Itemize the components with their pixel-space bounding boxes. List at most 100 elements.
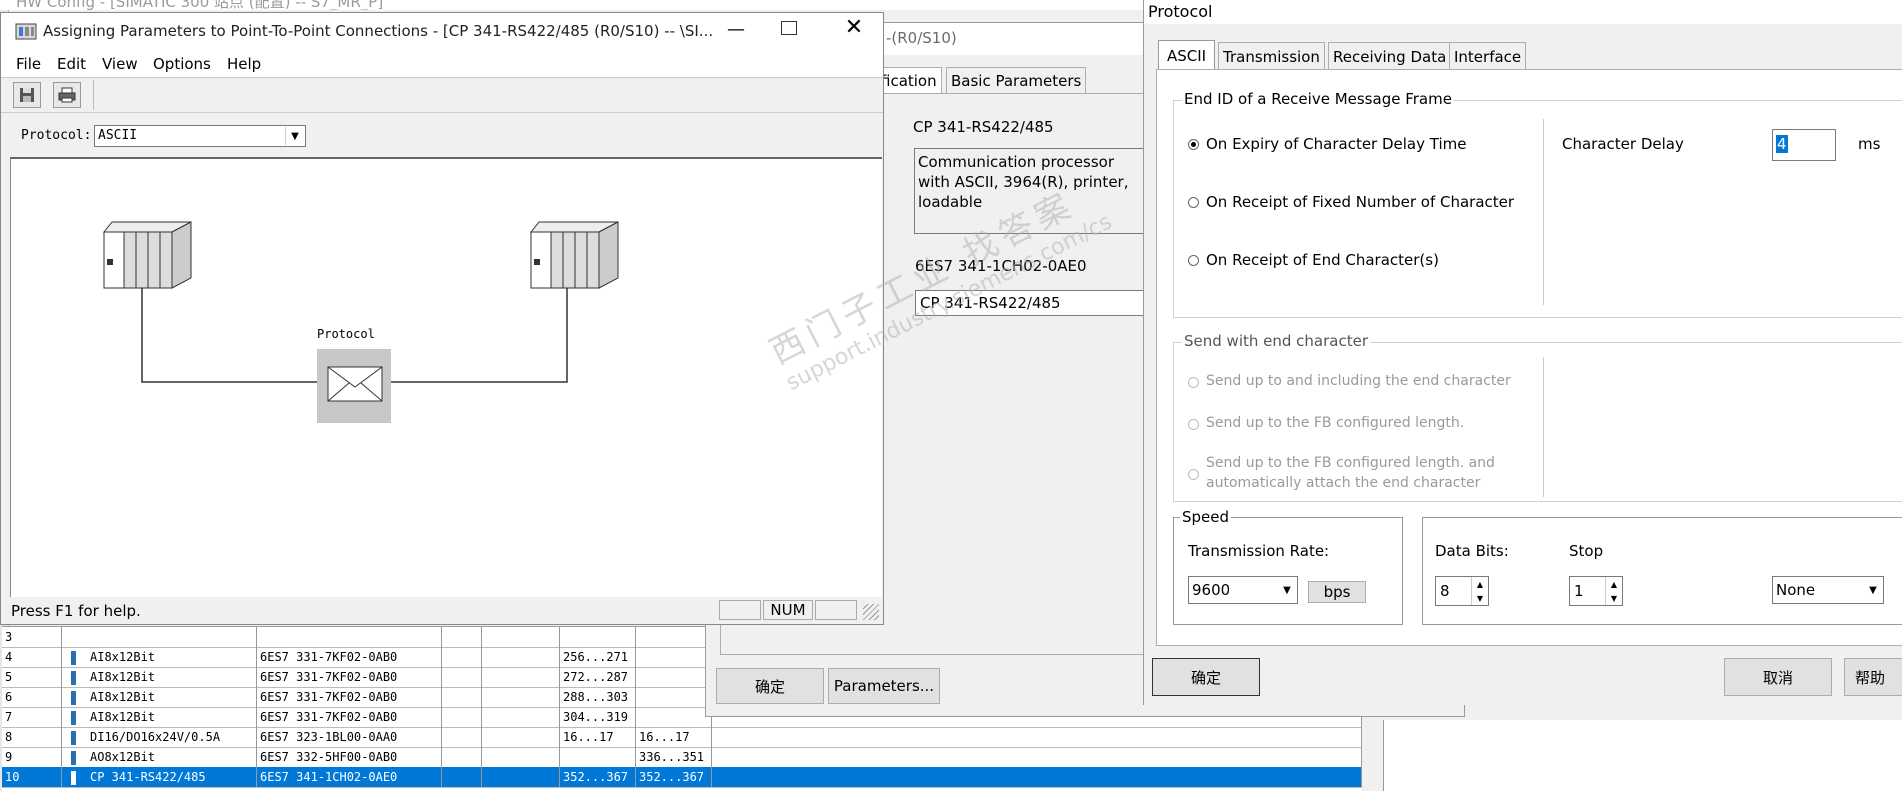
empty-cell xyxy=(442,727,482,747)
protocol-cancel-label: 取消 xyxy=(1762,668,1793,687)
parity-chevron-down-icon[interactable]: ▼ xyxy=(1864,578,1882,602)
parameters-button-label: Parameters... xyxy=(833,677,935,695)
stop-bits-value: 1 xyxy=(1574,582,1584,600)
table-row[interactable]: 9 AO8x12Bit 6ES7 332-5HF00-0AB0 336...351 xyxy=(2,747,1362,768)
module-name-field[interactable]: CP 341-RS422/485 xyxy=(915,290,1155,316)
order-cell: 6ES7 331-7KF02-0AB0 xyxy=(257,687,442,707)
chevron-down-icon[interactable]: ▼ xyxy=(285,127,304,145)
radio-send-attach-end-label-2[interactable]: automatically attach the end character xyxy=(1206,475,1480,491)
output-address-cell xyxy=(636,627,712,647)
protocol-cancel-button[interactable]: 取消 xyxy=(1724,658,1832,696)
close-icon[interactable]: ✕ xyxy=(839,15,869,40)
input-address-cell: 288...303 xyxy=(560,687,636,707)
radio-end-characters-label[interactable]: On Receipt of End Character(s) xyxy=(1206,251,1439,269)
protocol-title: Protocol xyxy=(1148,2,1213,21)
radio-send-including-label[interactable]: Send up to and including the end charact… xyxy=(1206,373,1511,389)
stop-spin-down-icon[interactable]: ▼ xyxy=(1606,591,1622,605)
menu-help[interactable]: Help xyxy=(227,55,261,73)
properties-ok-label: 确定 xyxy=(754,677,785,696)
char-delay-input[interactable]: 4 xyxy=(1772,129,1836,161)
module-name-text: AI8x12Bit xyxy=(90,670,156,684)
radio-end-characters[interactable] xyxy=(1188,255,1199,266)
menu-file[interactable]: File xyxy=(16,55,41,73)
module-icon xyxy=(71,750,76,765)
menu-bar: File Edit View Options Help xyxy=(1,51,883,77)
plc-right[interactable] xyxy=(529,221,619,289)
status-text: Press F1 for help. xyxy=(11,602,141,620)
protocol-ok-button[interactable]: 确定 xyxy=(1152,658,1260,696)
parity-select[interactable]: None ▼ xyxy=(1772,576,1884,604)
protocol-titlebar: Protocol xyxy=(1144,0,1902,24)
bps-button[interactable]: bps xyxy=(1308,581,1366,603)
status-pane-num: NUM xyxy=(763,600,813,620)
output-address-cell xyxy=(636,667,712,687)
table-row[interactable]: 8 DI16/DO16x24V/0.5A 6ES7 323-1BL00-0AA0 16… xyxy=(2,727,1362,748)
data-bits-spin[interactable]: ▲ ▼ xyxy=(1471,577,1488,605)
input-address-cell: 304...319 xyxy=(560,707,636,727)
module-name: CP 341-RS422/485 xyxy=(913,118,1054,136)
properties-ok-button[interactable]: 确定 xyxy=(716,668,824,704)
save-icon[interactable] xyxy=(13,82,41,108)
input-address-cell: 256...271 xyxy=(560,647,636,667)
menu-options[interactable]: Options xyxy=(153,55,211,73)
module-name-text: DI16/DO16x24V/0.5A xyxy=(90,730,221,744)
empty-cell xyxy=(442,667,482,687)
rate-select[interactable]: 9600 ▼ xyxy=(1188,576,1298,604)
stop-spin-up-icon[interactable]: ▲ xyxy=(1606,577,1622,591)
empty-cell xyxy=(712,767,1362,787)
print-icon[interactable] xyxy=(53,82,81,108)
radio-send-attach-end[interactable] xyxy=(1188,469,1199,480)
tab-identification[interactable]: fication xyxy=(876,67,942,93)
menu-view[interactable]: View xyxy=(102,55,138,73)
slot-cell: 10 xyxy=(2,767,62,787)
empty-cell xyxy=(442,707,482,727)
protocol-select[interactable]: ASCII ▼ xyxy=(94,125,306,147)
radio-send-fb-length[interactable] xyxy=(1188,419,1199,430)
radio-char-delay-label[interactable]: On Expiry of Character Delay Time xyxy=(1206,135,1466,153)
order-cell: 6ES7 331-7KF02-0AB0 xyxy=(257,667,442,687)
tab-basic-parameters-label: Basic Parameters xyxy=(951,71,1082,90)
end-id-group: End ID of a Receive Message Frame On Exp… xyxy=(1173,90,1902,318)
stop-bits-spin[interactable]: ▲ ▼ xyxy=(1605,577,1622,605)
toolbar-separator xyxy=(93,80,94,110)
stop-bits-stepper[interactable]: 1 ▲ ▼ xyxy=(1569,576,1623,606)
diagram-canvas: Protocol xyxy=(10,157,882,597)
tab-transmission[interactable]: Transmission xyxy=(1218,42,1325,70)
parameters-button[interactable]: Parameters... xyxy=(828,668,940,704)
frame-group: Data Bits: 8 ▲ ▼ Stop 1 ▲ ▼ None ▼ xyxy=(1422,517,1902,625)
order-number: 6ES7 341-1CH02-0AE0 xyxy=(915,257,1087,275)
protocol-help-button[interactable]: 帮助 xyxy=(1844,658,1902,696)
plc-left[interactable] xyxy=(102,221,192,289)
maximize-icon[interactable] xyxy=(781,21,797,35)
resize-grip-icon[interactable] xyxy=(863,604,879,620)
spin-down-icon[interactable]: ▼ xyxy=(1472,591,1488,605)
radio-send-attach-end-label-1[interactable]: Send up to the FB configured length. and xyxy=(1206,455,1495,471)
tab-ascii[interactable]: ASCII xyxy=(1158,40,1216,70)
tab-receiving-data[interactable]: Receiving Data xyxy=(1328,42,1452,70)
tab-basic-parameters[interactable]: Basic Parameters xyxy=(946,67,1087,93)
status-pane-3 xyxy=(815,600,857,620)
output-address-cell xyxy=(636,687,712,707)
tab-interface-label: Interface xyxy=(1454,47,1522,66)
tab-interface[interactable]: Interface xyxy=(1449,42,1527,70)
module-icon xyxy=(71,710,76,725)
slot-cell: 4 xyxy=(2,647,62,667)
radio-fixed-number-label[interactable]: On Receipt of Fixed Number of Character xyxy=(1206,193,1514,211)
radio-fixed-number[interactable] xyxy=(1188,197,1199,208)
module-icon xyxy=(71,730,76,745)
radio-send-fb-length-label[interactable]: Send up to the FB configured length. xyxy=(1206,415,1464,431)
hwconfig-title: HW Config - [SIMATIC 300 站点 (配置) -- S7_M… xyxy=(16,0,384,10)
input-address-cell xyxy=(560,747,636,767)
minimize-icon[interactable]: — xyxy=(721,19,751,40)
radio-send-including[interactable] xyxy=(1188,377,1199,388)
protocol-envelope-icon[interactable] xyxy=(317,349,391,423)
slot-cell: 3 xyxy=(2,627,62,647)
table-row[interactable]: 10 CP 341-RS422/485 6ES7 341-1CH02-0AE0 352… xyxy=(2,767,1362,788)
menu-edit[interactable]: Edit xyxy=(57,55,86,73)
slot-cell: 8 xyxy=(2,727,62,747)
rate-chevron-down-icon[interactable]: ▼ xyxy=(1278,578,1296,602)
radio-char-delay[interactable] xyxy=(1188,139,1199,150)
data-bits-stepper[interactable]: 8 ▲ ▼ xyxy=(1435,576,1489,606)
spin-up-icon[interactable]: ▲ xyxy=(1472,577,1488,591)
rate-label: Transmission Rate: xyxy=(1188,542,1330,560)
